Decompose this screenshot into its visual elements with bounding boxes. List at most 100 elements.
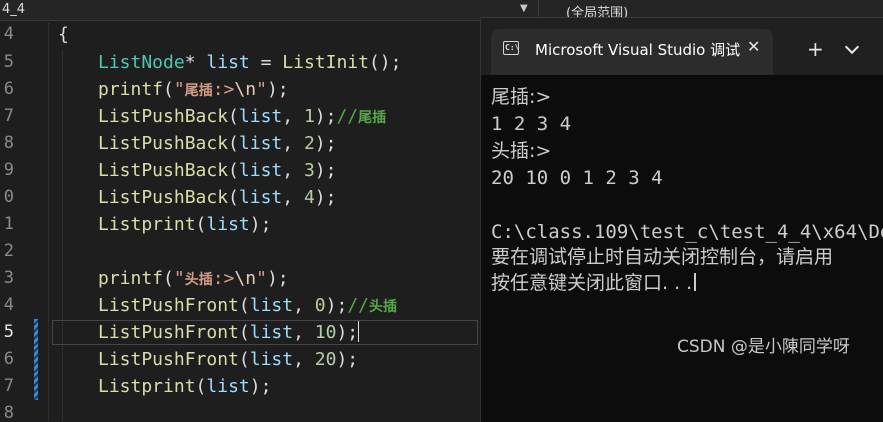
code-line-active: ListPushFront(list, 10); <box>98 319 360 346</box>
punct-token: ( <box>163 268 174 289</box>
type-token: ListNode <box>98 52 185 73</box>
punct-token: ( <box>195 214 207 235</box>
terminal-tab[interactable]: C:\ Microsoft Visual Studio 调试控制台 ✕ <box>491 29 773 75</box>
escape-token: \n <box>234 268 257 289</box>
terminal-output[interactable]: 尾插:> 1 2 3 4 头插:> 20 10 0 1 2 3 4 C:\cla… <box>481 75 883 422</box>
code-editor[interactable]: 4 5 6 7 8 9 0 1 2 3 4 5 6 7 8 { ListNode… <box>0 21 480 421</box>
punct-token: = <box>249 52 283 73</box>
line-number: 4 <box>3 24 14 44</box>
fn-token: ListPushBack <box>98 106 229 127</box>
number-token: 0 <box>314 295 326 316</box>
var-token: list <box>249 322 294 343</box>
file-combo-label: 4_4 <box>2 2 26 17</box>
output-line: 头插:> <box>491 140 552 162</box>
punct-token: ( <box>238 322 250 343</box>
punct-token: ); <box>314 160 337 181</box>
punct-token: * <box>184 52 207 73</box>
code-line: printf("头插:>\n"); <box>98 265 289 292</box>
punct-token: , <box>282 133 304 154</box>
var-token: list <box>249 349 294 370</box>
var-token: list <box>249 295 294 316</box>
comment-token: 头插 <box>369 299 397 315</box>
punct-token: ( <box>195 376 207 397</box>
output-line: 按任意键关闭此窗口. . . <box>491 271 697 295</box>
punct-token: ( <box>228 160 239 181</box>
fn-token: ListPushBack <box>98 187 229 208</box>
line-number: 3 <box>3 268 14 288</box>
fn-token: ListPushFront <box>98 295 239 316</box>
code-line: Listprint(list); <box>98 211 271 238</box>
file-combo[interactable]: 4_4 ▼ <box>0 0 539 20</box>
line-number: 8 <box>3 403 14 421</box>
comment-token: // <box>336 106 359 127</box>
string-token: " <box>173 268 185 289</box>
line-number: 7 <box>3 376 14 396</box>
punct-token: , <box>293 349 315 370</box>
var-token: list <box>238 160 283 181</box>
fn-token: ListPushFront <box>98 349 239 370</box>
chevron-down-icon[interactable]: ▼ <box>520 3 528 14</box>
string-token: " <box>173 79 185 100</box>
line-number: 5 <box>3 52 14 72</box>
punct-token: ); <box>336 349 359 370</box>
fn-token: ListPushBack <box>98 160 229 181</box>
punct-token: ( <box>163 79 174 100</box>
output-line: 要在调试停止时自动关闭控制台，请启用 <box>491 246 834 268</box>
punct-token: (); <box>368 52 402 73</box>
punct-token: ); <box>266 79 289 100</box>
var-token: list <box>238 187 283 208</box>
code-line: ListPushFront(list, 20); <box>98 346 358 373</box>
close-icon[interactable]: ✕ <box>747 37 760 56</box>
punct-token: ); <box>314 106 337 127</box>
code-line: { <box>58 21 69 48</box>
chevron-down-icon[interactable] <box>844 39 860 55</box>
string-token: :> <box>212 268 235 289</box>
number-token: 3 <box>303 160 315 181</box>
terminal-cursor <box>694 273 697 291</box>
punct-token: ); <box>249 214 272 235</box>
number-token: 1 <box>303 106 315 127</box>
code-line: Listprint(list); <box>98 373 271 400</box>
punct-token: ); <box>266 268 289 289</box>
punct-token: ); <box>314 133 337 154</box>
var-token: list <box>238 133 283 154</box>
change-marker <box>34 346 38 373</box>
line-number: 4 <box>3 295 14 315</box>
watermark: CSDN @是小陳同学呀 <box>677 337 850 357</box>
var-token: list <box>238 106 283 127</box>
new-tab-icon[interactable]: + <box>807 37 824 61</box>
punct-token: ( <box>238 295 250 316</box>
var-token: list <box>206 52 250 73</box>
string-token: 头插 <box>184 272 213 288</box>
fn-token: printf <box>98 79 164 100</box>
number-token: 10 <box>314 322 337 343</box>
change-marker <box>34 319 38 346</box>
code-line: ListPushBack(list, 4); <box>98 184 336 211</box>
output-line: 尾插:> <box>491 86 552 108</box>
punct-token: , <box>282 160 304 181</box>
line-number-gutter: 4 5 6 7 8 9 0 1 2 3 4 5 6 7 8 <box>0 21 46 421</box>
code-line: ListPushBack(list, 3); <box>98 157 336 184</box>
output-line: 20 10 0 1 2 3 4 <box>491 167 663 189</box>
brace: { <box>58 24 69 45</box>
number-token: 2 <box>303 133 315 154</box>
line-number: 6 <box>3 349 14 369</box>
punct-token: ); <box>325 295 348 316</box>
punct-token: ); <box>314 187 337 208</box>
number-token: 20 <box>314 349 337 370</box>
line-number: 9 <box>3 160 14 180</box>
console-icon: C:\ <box>503 41 519 55</box>
line-number: 8 <box>3 133 14 153</box>
punct-token: , <box>282 106 304 127</box>
string-token: :> <box>212 79 235 100</box>
code-line: ListPushBack(list, 1);//尾插 <box>98 103 386 130</box>
output-line: 1 2 3 4 <box>491 113 572 135</box>
change-marker <box>34 373 38 400</box>
fn-token: ListPushBack <box>98 133 229 154</box>
terminal-tab-title: Microsoft Visual Studio 调试控制台 <box>535 41 740 59</box>
line-number: 0 <box>3 187 14 207</box>
escape-token: \n <box>234 79 257 100</box>
string-token: " <box>256 268 267 289</box>
var-token: list <box>206 214 250 235</box>
punct-token: , <box>282 187 304 208</box>
